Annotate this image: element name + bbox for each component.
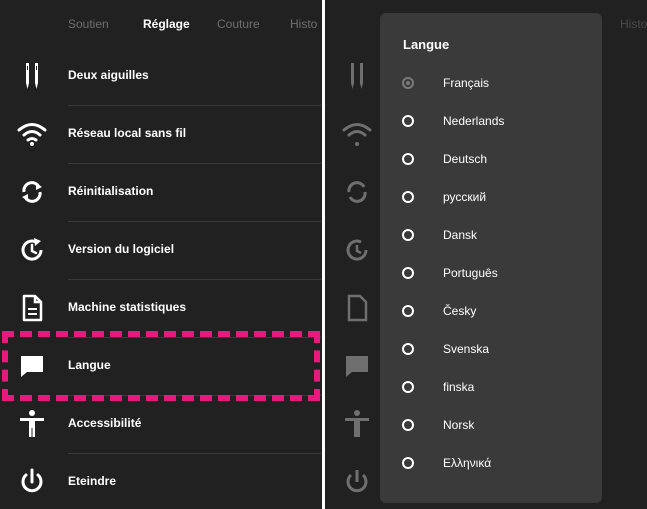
power-icon: [341, 466, 373, 498]
language-option-label: Norsk: [443, 418, 475, 432]
document-icon: [341, 292, 373, 324]
software-version-icon: [16, 234, 48, 266]
language-option-portugues[interactable]: Português: [380, 255, 602, 293]
language-option-label: Ελληνικά: [443, 456, 492, 470]
twin-needle-icon: [341, 60, 373, 92]
wifi-icon: [341, 118, 373, 150]
language-option-label: Português: [443, 266, 498, 280]
language-option-dansk[interactable]: Dansk: [380, 217, 602, 255]
accessibility-icon: [16, 408, 48, 440]
power-icon: [16, 466, 48, 498]
language-option-cesky[interactable]: Česky: [380, 293, 602, 331]
document-icon: [16, 292, 48, 324]
chat-bubble-icon: [341, 350, 373, 382]
wifi-icon: [16, 118, 48, 150]
language-option-label: Deutsch: [443, 152, 488, 166]
radio-button[interactable]: [402, 457, 414, 469]
language-option-label: Nederlands: [443, 114, 505, 128]
reset-icon: [16, 176, 48, 208]
language-option-nederlands[interactable]: Nederlands: [380, 103, 602, 141]
radio-button[interactable]: [402, 115, 414, 127]
accessibility-icon: [341, 408, 373, 440]
language-option-label: finska: [443, 380, 475, 394]
language-option-russkiy[interactable]: русский: [380, 179, 602, 217]
language-option-francais[interactable]: Français: [380, 65, 602, 103]
tab-bar: Soutien Réglage Couture Histo: [0, 0, 322, 48]
radio-button-selected[interactable]: [402, 77, 414, 89]
reset-icon: [341, 176, 373, 208]
tab-reglage[interactable]: Réglage: [143, 17, 190, 31]
settings-panel: Soutien Réglage Couture Histo Deux aigui…: [0, 0, 322, 509]
menu-item-label: Réinitialisation: [68, 184, 154, 198]
menu-item-deux-aiguilles[interactable]: Deux aiguilles: [0, 47, 322, 105]
language-option-label: Svenska: [443, 342, 490, 356]
twin-needle-icon: [16, 60, 48, 92]
language-dialog: Langue Français Nederlands Deutsch русск…: [380, 13, 602, 503]
menu-item-label: Accessibilité: [68, 416, 142, 430]
menu-item-eteindre[interactable]: Eteindre: [0, 453, 322, 509]
radio-button[interactable]: [402, 191, 414, 203]
language-option-finska[interactable]: finska: [380, 369, 602, 407]
language-option-label: Česky: [443, 304, 477, 318]
radio-button[interactable]: [402, 153, 414, 165]
language-option-label: русский: [443, 190, 487, 204]
menu-item-label: Deux aiguilles: [68, 68, 149, 82]
radio-button[interactable]: [402, 267, 414, 279]
tab-historique[interactable]: Histo: [290, 17, 317, 31]
language-option-deutsch[interactable]: Deutsch: [380, 141, 602, 179]
tab-historique-faded: Histo: [620, 17, 647, 31]
language-option-svenska[interactable]: Svenska: [380, 331, 602, 369]
langue-highlight-box: [2, 331, 320, 401]
menu-item-label: Version du logiciel: [68, 242, 175, 256]
radio-button[interactable]: [402, 343, 414, 355]
menu-item-version-logiciel[interactable]: Version du logiciel: [0, 221, 322, 279]
menu-item-label: Machine statistiques: [68, 300, 187, 314]
dialog-title: Langue: [403, 37, 450, 52]
menu-item-label: Eteindre: [68, 474, 117, 488]
radio-button[interactable]: [402, 419, 414, 431]
language-dialog-screen: Histo Langue Français Nederlands Deutsch…: [325, 0, 647, 509]
menu-item-accessibilite[interactable]: Accessibilité: [0, 395, 322, 453]
radio-button[interactable]: [402, 229, 414, 241]
language-option-label: Français: [443, 76, 490, 90]
tab-soutien[interactable]: Soutien: [68, 17, 109, 31]
menu-item-label: Réseau local sans fil: [68, 126, 187, 140]
tab-couture[interactable]: Couture: [217, 17, 260, 31]
radio-button[interactable]: [402, 305, 414, 317]
language-option-label: Dansk: [443, 228, 478, 242]
language-option-norsk[interactable]: Norsk: [380, 407, 602, 445]
menu-item-machine-statistiques[interactable]: Machine statistiques: [0, 279, 322, 337]
language-option-ellinika[interactable]: Ελληνικά: [380, 445, 602, 483]
menu-item-reseau-local[interactable]: Réseau local sans fil: [0, 105, 322, 163]
software-version-icon: [341, 234, 373, 266]
radio-button[interactable]: [402, 381, 414, 393]
menu-item-reinitialisation[interactable]: Réinitialisation: [0, 163, 322, 221]
